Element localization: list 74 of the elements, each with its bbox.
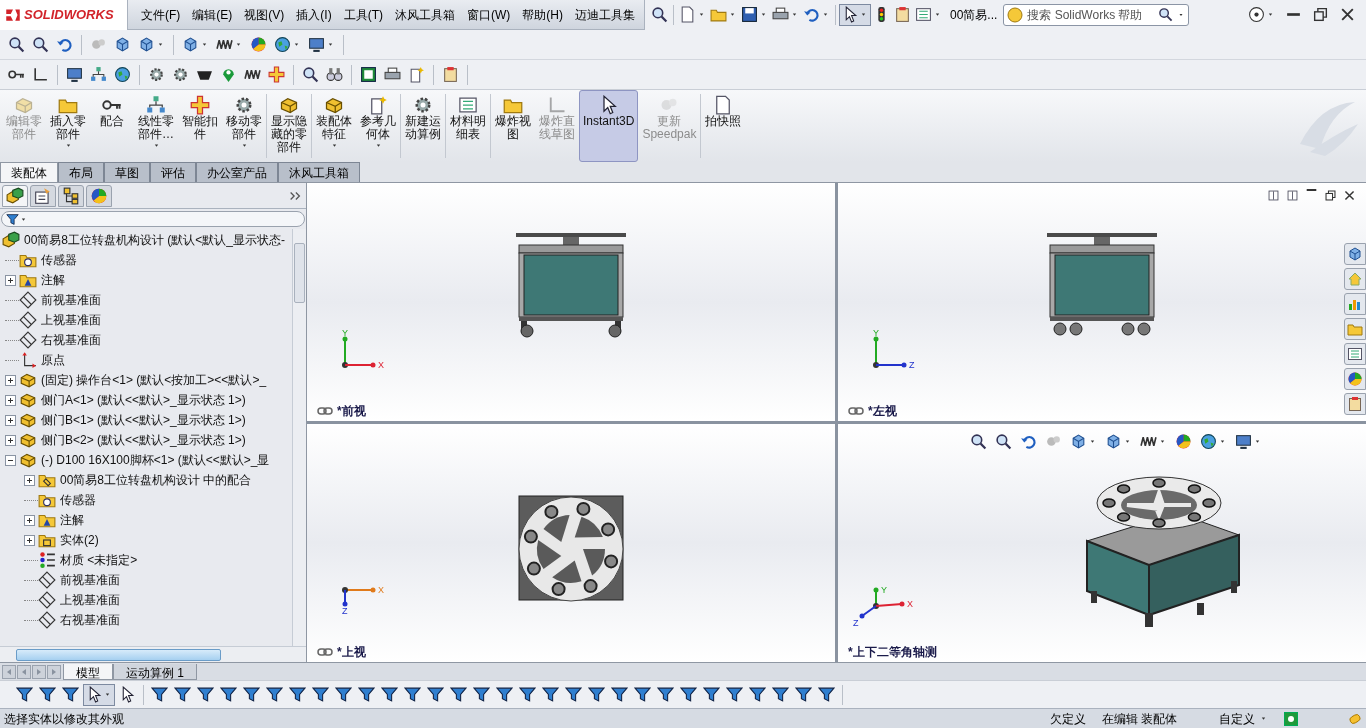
axis-label: Y bbox=[342, 328, 348, 338]
menu-item[interactable]: 沐风工具箱 bbox=[390, 3, 460, 26]
menu-item[interactable]: 窗口(W) bbox=[462, 3, 516, 26]
command-button[interactable]: 材料明 细表 bbox=[446, 90, 490, 162]
axis-label: Z bbox=[342, 606, 348, 616]
menu-item[interactable]: 编辑(E) bbox=[187, 3, 238, 26]
tree-item[interactable]: 传感器 bbox=[41, 251, 77, 269]
tree-item[interactable]: 前视基准面 bbox=[41, 291, 101, 309]
tree-item[interactable]: 原点 bbox=[41, 351, 65, 369]
tree-item[interactable]: 实体(2) bbox=[60, 531, 99, 549]
tab[interactable]: 布局 bbox=[58, 162, 104, 182]
axis-label: Z bbox=[909, 360, 915, 370]
tab[interactable]: 沐风工具箱 bbox=[278, 162, 360, 182]
tab[interactable]: 运动算例 1 bbox=[113, 663, 197, 680]
units-dropdown[interactable]: 自定义 bbox=[1219, 709, 1268, 728]
tree-item[interactable]: 00简易8工位转盘机构设计 (默认<默认_显示状态- bbox=[24, 231, 286, 249]
app-logo: SOLIDWORKS bbox=[24, 5, 114, 24]
axis-label: Y bbox=[873, 328, 879, 338]
tab[interactable]: 模型 bbox=[63, 663, 113, 680]
view-label: *上下二等角轴测 bbox=[848, 644, 937, 661]
axis-label: X bbox=[907, 599, 913, 609]
command-button[interactable]: 智能扣 件 bbox=[178, 90, 222, 162]
viewport[interactable]: X Z *上视 bbox=[307, 424, 835, 662]
search-field[interactable]: 搜索 SolidWorks 帮助 bbox=[1003, 3, 1190, 26]
command-button[interactable]: 装配体 特征 bbox=[312, 90, 356, 162]
status-text: 欠定义 bbox=[1049, 710, 1086, 728]
command-button[interactable]: 插入零 部件 bbox=[46, 90, 90, 162]
command-button[interactable]: 显示隐 藏的零 部件 bbox=[267, 90, 311, 162]
status-text: 在编辑 装配体 bbox=[1101, 710, 1177, 728]
viewport[interactable]: Y X *前视 bbox=[307, 183, 835, 421]
command-button[interactable]: 移动零 部件 bbox=[222, 90, 266, 162]
tree-item[interactable]: 00简易8工位转盘机构设计 中的配合 bbox=[60, 471, 252, 489]
tree-item[interactable]: 注解 bbox=[60, 511, 84, 529]
tab[interactable]: 装配体 bbox=[0, 162, 58, 182]
tab[interactable]: 草图 bbox=[104, 162, 150, 182]
menu-item[interactable]: 迈迪工具集 bbox=[570, 3, 640, 26]
menu-item[interactable]: 视图(V) bbox=[239, 3, 290, 26]
tree-item[interactable]: (固定) 操作台<1> (默认<按加工><<默认>_ bbox=[41, 371, 267, 389]
axis-label: Y bbox=[881, 585, 887, 595]
tree-item[interactable]: 侧门B<2> (默认<<默认>_显示状态 1>) bbox=[41, 431, 246, 449]
axis-label: X bbox=[378, 585, 384, 595]
tree-item[interactable]: 上视基准面 bbox=[41, 311, 101, 329]
menu-item[interactable]: 文件(F) bbox=[136, 3, 186, 26]
axis-label: X bbox=[378, 360, 384, 370]
status-message: 选择实体以修改其外观 bbox=[3, 710, 124, 728]
tree-item[interactable]: 传感器 bbox=[60, 491, 96, 509]
command-button[interactable]: 拍快照 bbox=[701, 90, 746, 162]
command-button[interactable]: Instant3D bbox=[579, 90, 639, 162]
tree-item[interactable]: 侧门A<1> (默认<<默认>_显示状态 1>) bbox=[41, 391, 246, 409]
tree-item[interactable]: 材质 <未指定> bbox=[60, 551, 138, 569]
document-title: 00简易... bbox=[949, 6, 999, 24]
command-button[interactable]: 爆炸视 图 bbox=[491, 90, 535, 162]
axis-label: Z bbox=[853, 618, 859, 628]
view-label: *左视 bbox=[868, 403, 897, 420]
command-button[interactable]: 线性零 部件… bbox=[134, 90, 178, 162]
menu-item[interactable]: 插入(I) bbox=[291, 3, 337, 26]
command-button[interactable]: 参考几 何体 bbox=[356, 90, 400, 162]
command-button[interactable]: 配合 bbox=[90, 90, 134, 162]
view-label: *前视 bbox=[337, 403, 366, 420]
viewport[interactable]: Y Z *左视 bbox=[838, 183, 1366, 421]
tree-item[interactable]: 前视基准面 bbox=[60, 571, 120, 589]
viewport[interactable]: Y X Z *上下二等角轴测 bbox=[838, 424, 1366, 662]
tree-item[interactable]: 侧门B<1> (默认<<默认>_显示状态 1>) bbox=[41, 411, 246, 429]
tab[interactable]: 评估 bbox=[150, 162, 196, 182]
command-button[interactable]: 新建运 动算例 bbox=[401, 90, 445, 162]
tree-item[interactable]: 右视基准面 bbox=[41, 331, 101, 349]
tree-item[interactable]: 上视基准面 bbox=[60, 591, 120, 609]
tree-item[interactable]: (-) D100 16X100脚杯<1> (默认<<默认>_显 bbox=[41, 451, 270, 469]
tree-item[interactable]: 右视基准面 bbox=[60, 611, 120, 629]
tree-item[interactable]: 注解 bbox=[41, 271, 65, 289]
tab[interactable]: 办公室产品 bbox=[196, 162, 278, 182]
view-label: *上视 bbox=[337, 644, 366, 661]
menu-item[interactable]: 工具(T) bbox=[338, 3, 388, 26]
menu-item[interactable]: 帮助(H) bbox=[517, 3, 568, 26]
